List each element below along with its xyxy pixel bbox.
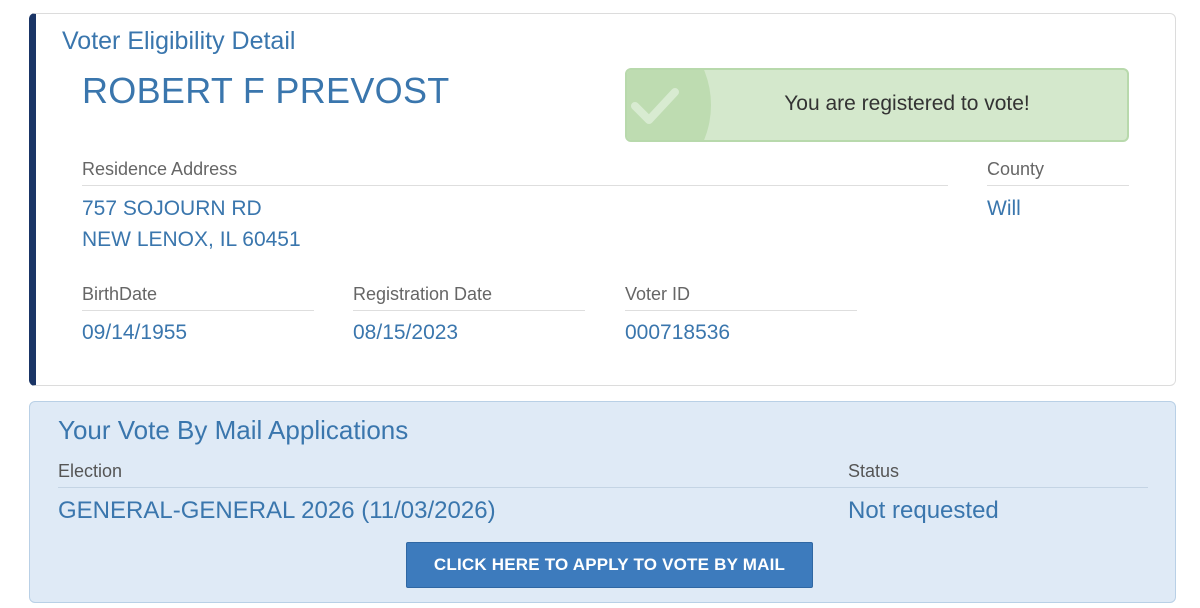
voter-eligibility-card: Voter Eligibility Detail ROBERT F PREVOS…	[29, 13, 1176, 386]
registration-status-banner: You are registered to vote!	[625, 68, 1129, 142]
vote-by-mail-title: Your Vote By Mail Applications	[58, 415, 409, 445]
status-column-header: Status	[848, 461, 900, 481]
vote-by-mail-panel: Your Vote By Mail Applications Election …	[29, 401, 1176, 603]
residence-address-line1: 757 SOJOURN RD	[82, 197, 262, 220]
residence-address-line2: NEW LENOX, IL 60451	[82, 228, 301, 251]
birthdate-value: 09/14/1955	[82, 321, 188, 344]
county-value: Will	[987, 197, 1021, 220]
election-column-header: Election	[58, 461, 123, 481]
header-divider	[58, 487, 1148, 488]
application-status-value: Not requested	[848, 497, 999, 524]
registration-date-value: 08/15/2023	[353, 321, 459, 344]
voter-id-value: 000718536	[625, 321, 731, 344]
voter-id-label: Voter ID	[625, 284, 857, 311]
residence-address-label: Residence Address	[82, 159, 948, 186]
checkmark-icon	[631, 88, 679, 124]
apply-vote-by-mail-button[interactable]: CLICK HERE TO APPLY TO VOTE BY MAIL	[406, 542, 813, 588]
voter-name: ROBERT F PREVOST	[82, 70, 450, 111]
county-label: County	[987, 159, 1129, 186]
birthdate-label: BirthDate	[82, 284, 314, 311]
registration-date-label: Registration Date	[353, 284, 585, 311]
detail-title: Voter Eligibility Detail	[62, 27, 296, 55]
election-value: GENERAL-GENERAL 2026 (11/03/2026)	[58, 497, 496, 524]
status-message: You are registered to vote!	[784, 92, 1030, 115]
